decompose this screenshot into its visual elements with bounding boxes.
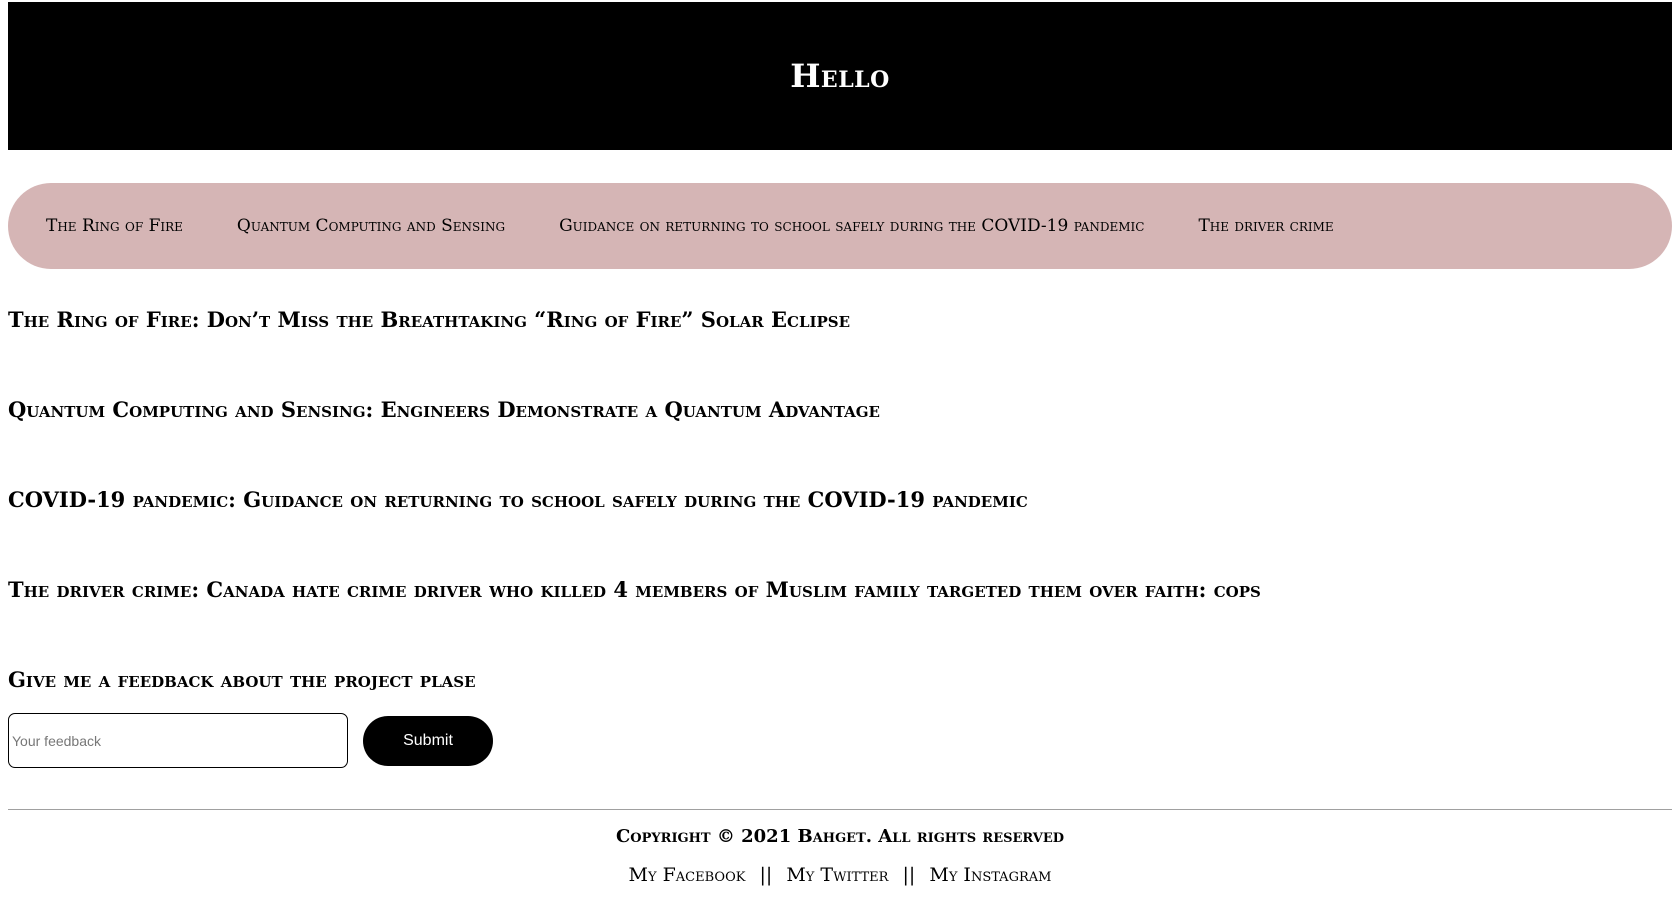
articles-section: The Ring of Fire: Don’t Miss the Breatht… <box>8 305 1672 768</box>
article-title-covid: COVID-19 pandemic: Guidance on returning… <box>8 487 1028 512</box>
nav-item-covid-guidance[interactable]: Guidance on returning to school safely d… <box>559 216 1144 236</box>
footer-divider <box>8 809 1672 810</box>
site-footer: Copyright © 2021 Bahget. All rights rese… <box>8 824 1672 888</box>
main-nav: The Ring of Fire Quantum Computing and S… <box>8 183 1672 269</box>
page-title: Hello <box>790 57 890 95</box>
page: Hello The Ring of Fire Quantum Computing… <box>0 0 1680 910</box>
article-title-ring-of-fire: The Ring of Fire: Don’t Miss the Breatht… <box>8 307 851 332</box>
submit-button[interactable]: Submit <box>363 715 493 766</box>
twitter-link[interactable]: My Twitter <box>786 864 888 886</box>
link-separator: || <box>902 864 916 886</box>
facebook-link[interactable]: My Facebook <box>629 864 746 886</box>
instagram-link[interactable]: My Instagram <box>929 864 1051 886</box>
nav-item-driver-crime[interactable]: The driver crime <box>1198 216 1333 236</box>
feedback-heading: Give me a feedback about the project pla… <box>8 667 476 692</box>
nav-item-quantum-computing[interactable]: Quantum Computing and Sensing <box>237 216 505 236</box>
feedback-form: Submit <box>8 713 1672 768</box>
article-title-quantum-computing: Quantum Computing and Sensing: Engineers… <box>8 397 880 422</box>
site-header: Hello <box>8 2 1672 150</box>
social-links: My Facebook || My Twitter || My Instagra… <box>8 862 1672 888</box>
nav-item-ring-of-fire[interactable]: The Ring of Fire <box>46 216 183 236</box>
copyright-text: Copyright © 2021 Bahget. All rights rese… <box>615 826 1065 847</box>
feedback-input[interactable] <box>8 713 348 768</box>
link-separator: || <box>759 864 773 886</box>
article-title-driver-crime: The driver crime: Canada hate crime driv… <box>8 577 1261 602</box>
